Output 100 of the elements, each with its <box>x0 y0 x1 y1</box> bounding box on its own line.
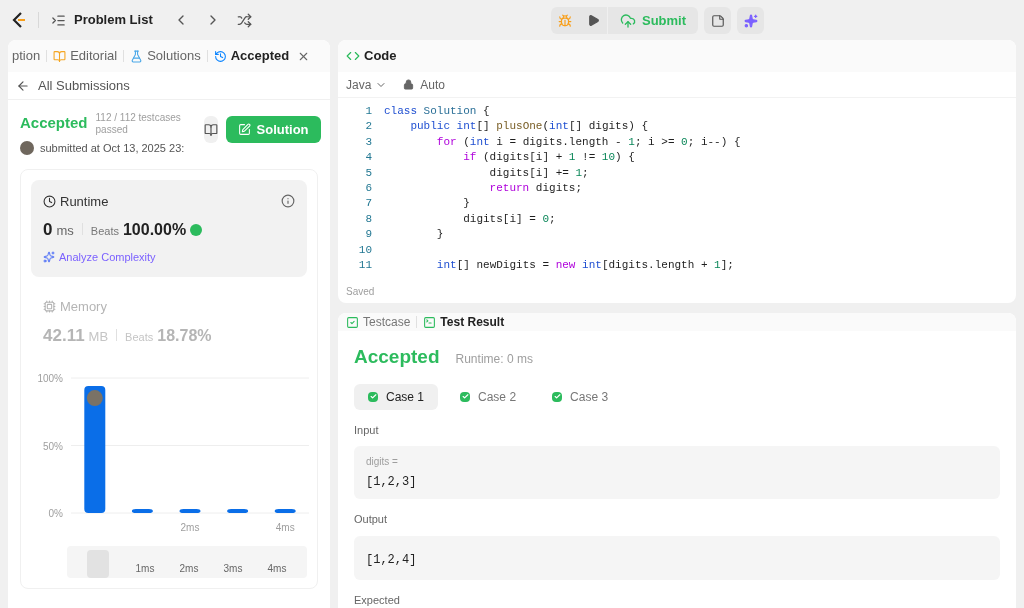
case-tab[interactable]: Case 2 <box>446 383 531 410</box>
chip-icon <box>43 300 56 314</box>
code-line: digits[i] += 1; <box>488 165 589 181</box>
code-line: } <box>462 196 470 212</box>
bar <box>179 508 201 513</box>
sparkle-icon <box>743 13 758 28</box>
line-number: 4 <box>364 150 372 166</box>
flask-icon <box>130 49 144 63</box>
line-number: 5 <box>364 165 372 181</box>
testcases-text: 112 / 112 testcases passed <box>95 112 182 136</box>
range-handle[interactable] <box>87 550 109 578</box>
panel-tab[interactable]: Editorial <box>53 46 118 66</box>
tick-label: 4ms <box>275 522 295 533</box>
overview-label: 1ms <box>135 562 155 576</box>
line-number: 1 <box>364 104 372 119</box>
code-line: } <box>435 227 444 243</box>
avatar <box>86 390 103 407</box>
clock-icon <box>43 194 56 208</box>
code-icon <box>346 49 360 63</box>
shuffle-icon[interactable] <box>236 12 252 28</box>
panel-tab[interactable]: Solutions <box>130 46 201 66</box>
overview-label: 2ms <box>179 562 199 576</box>
auto-mode-button[interactable]: Auto <box>403 75 446 94</box>
beats-value: 18.78% <box>157 325 212 346</box>
stat-card[interactable]: Runtime 0 ms Beats 100.00% Analyze Complexity <box>31 179 307 277</box>
tick-label: 0% <box>48 508 63 519</box>
play-icon <box>586 14 600 27</box>
stat-title: Memory <box>60 298 107 316</box>
book-icon <box>53 49 67 63</box>
case-tab[interactable]: Case 1 <box>354 383 439 410</box>
analyze-complexity-link[interactable]: Analyze Complexity <box>43 248 295 265</box>
code-line: public int[] plusOne(int[] digits) { <box>409 119 649 135</box>
edit-icon <box>237 123 251 136</box>
line-number: 9 <box>364 227 372 243</box>
field-label: Input <box>354 422 380 438</box>
sparkle-button[interactable] <box>737 7 765 34</box>
field-label: Expected <box>354 592 401 608</box>
beats-value: 100.00% <box>122 220 187 240</box>
stat-value: 0 <box>43 219 53 241</box>
check-icon <box>368 391 378 402</box>
panel-tab[interactable]: Testcase <box>346 313 411 331</box>
code-line: digits[i] = 0; <box>462 211 556 227</box>
tick-label: 2ms <box>180 522 200 533</box>
bar <box>274 508 296 513</box>
language-dropdown[interactable]: Java <box>346 75 388 94</box>
all-submissions-link[interactable]: All Submissions <box>16 75 130 96</box>
editorial-button[interactable] <box>203 116 218 143</box>
input-value: [1,2,3] <box>366 474 418 491</box>
line-number: 6 <box>364 181 372 197</box>
line-number: 8 <box>364 211 372 227</box>
submitted-text: submitted at Oct 13, 2025 23: <box>40 141 185 156</box>
note-button[interactable] <box>704 7 732 34</box>
panel-tab[interactable]: Accepted <box>213 46 311 66</box>
result-status: Accepted <box>354 345 440 369</box>
code-line: for (int i = digits.length - 1; i >= 0; i--) { <box>435 134 741 150</box>
bug-icon <box>558 13 572 28</box>
case-tab[interactable]: Case 3 <box>538 383 623 410</box>
avatar <box>20 141 34 156</box>
problem-list-button[interactable]: Problem List <box>51 10 153 30</box>
stat-value: 42.11 <box>43 324 85 347</box>
bar <box>131 508 153 513</box>
logo-icon[interactable] <box>12 11 26 29</box>
saved-status: Saved <box>346 284 375 299</box>
code-line: class Solution { <box>384 104 490 119</box>
tick-label: 100% <box>37 373 63 384</box>
status-text: Accepted <box>20 113 88 133</box>
terminal-icon <box>423 315 437 329</box>
checkbox-icon <box>346 315 359 329</box>
panel-tab[interactable]: Test Result <box>423 313 505 331</box>
tick-label: 50% <box>43 440 63 452</box>
code-line: int[] newDigits = new int[digits.length + 1]; <box>435 258 734 274</box>
overview-label: 3ms <box>223 562 243 576</box>
sparkle-icon <box>43 250 55 263</box>
code-line: return digits; <box>488 181 583 197</box>
panel-title: Code <box>364 47 397 66</box>
info-icon[interactable] <box>281 194 295 209</box>
overview-label: 4ms <box>267 562 287 576</box>
bar <box>227 508 249 513</box>
panel-tab[interactable]: ption <box>12 46 41 66</box>
cloud-upload-icon <box>620 12 636 29</box>
list-icon <box>51 12 66 28</box>
stat-unit: ms <box>56 222 74 240</box>
runtime-text: Runtime: 0 ms <box>455 351 533 368</box>
book-icon <box>203 122 218 137</box>
output-value: [1,2,4] <box>366 552 417 567</box>
beats-label: Beats <box>90 224 119 239</box>
stat-title: Runtime <box>60 192 109 211</box>
stat-unit: MB <box>88 327 109 346</box>
check-icon <box>552 391 563 402</box>
line-number: 10 <box>357 242 372 258</box>
note-icon <box>710 13 725 28</box>
line-number: 11 <box>357 258 372 274</box>
param-name: digits = <box>366 455 399 469</box>
code-line: if (digits[i] + 1 != 10) { <box>462 150 635 166</box>
line-number: 2 <box>364 119 372 135</box>
line-number: 3 <box>364 134 372 150</box>
line-number: 7 <box>364 196 372 212</box>
history-icon <box>213 49 227 63</box>
field-label: Output <box>354 512 389 527</box>
beats-label: Beats <box>125 329 154 345</box>
